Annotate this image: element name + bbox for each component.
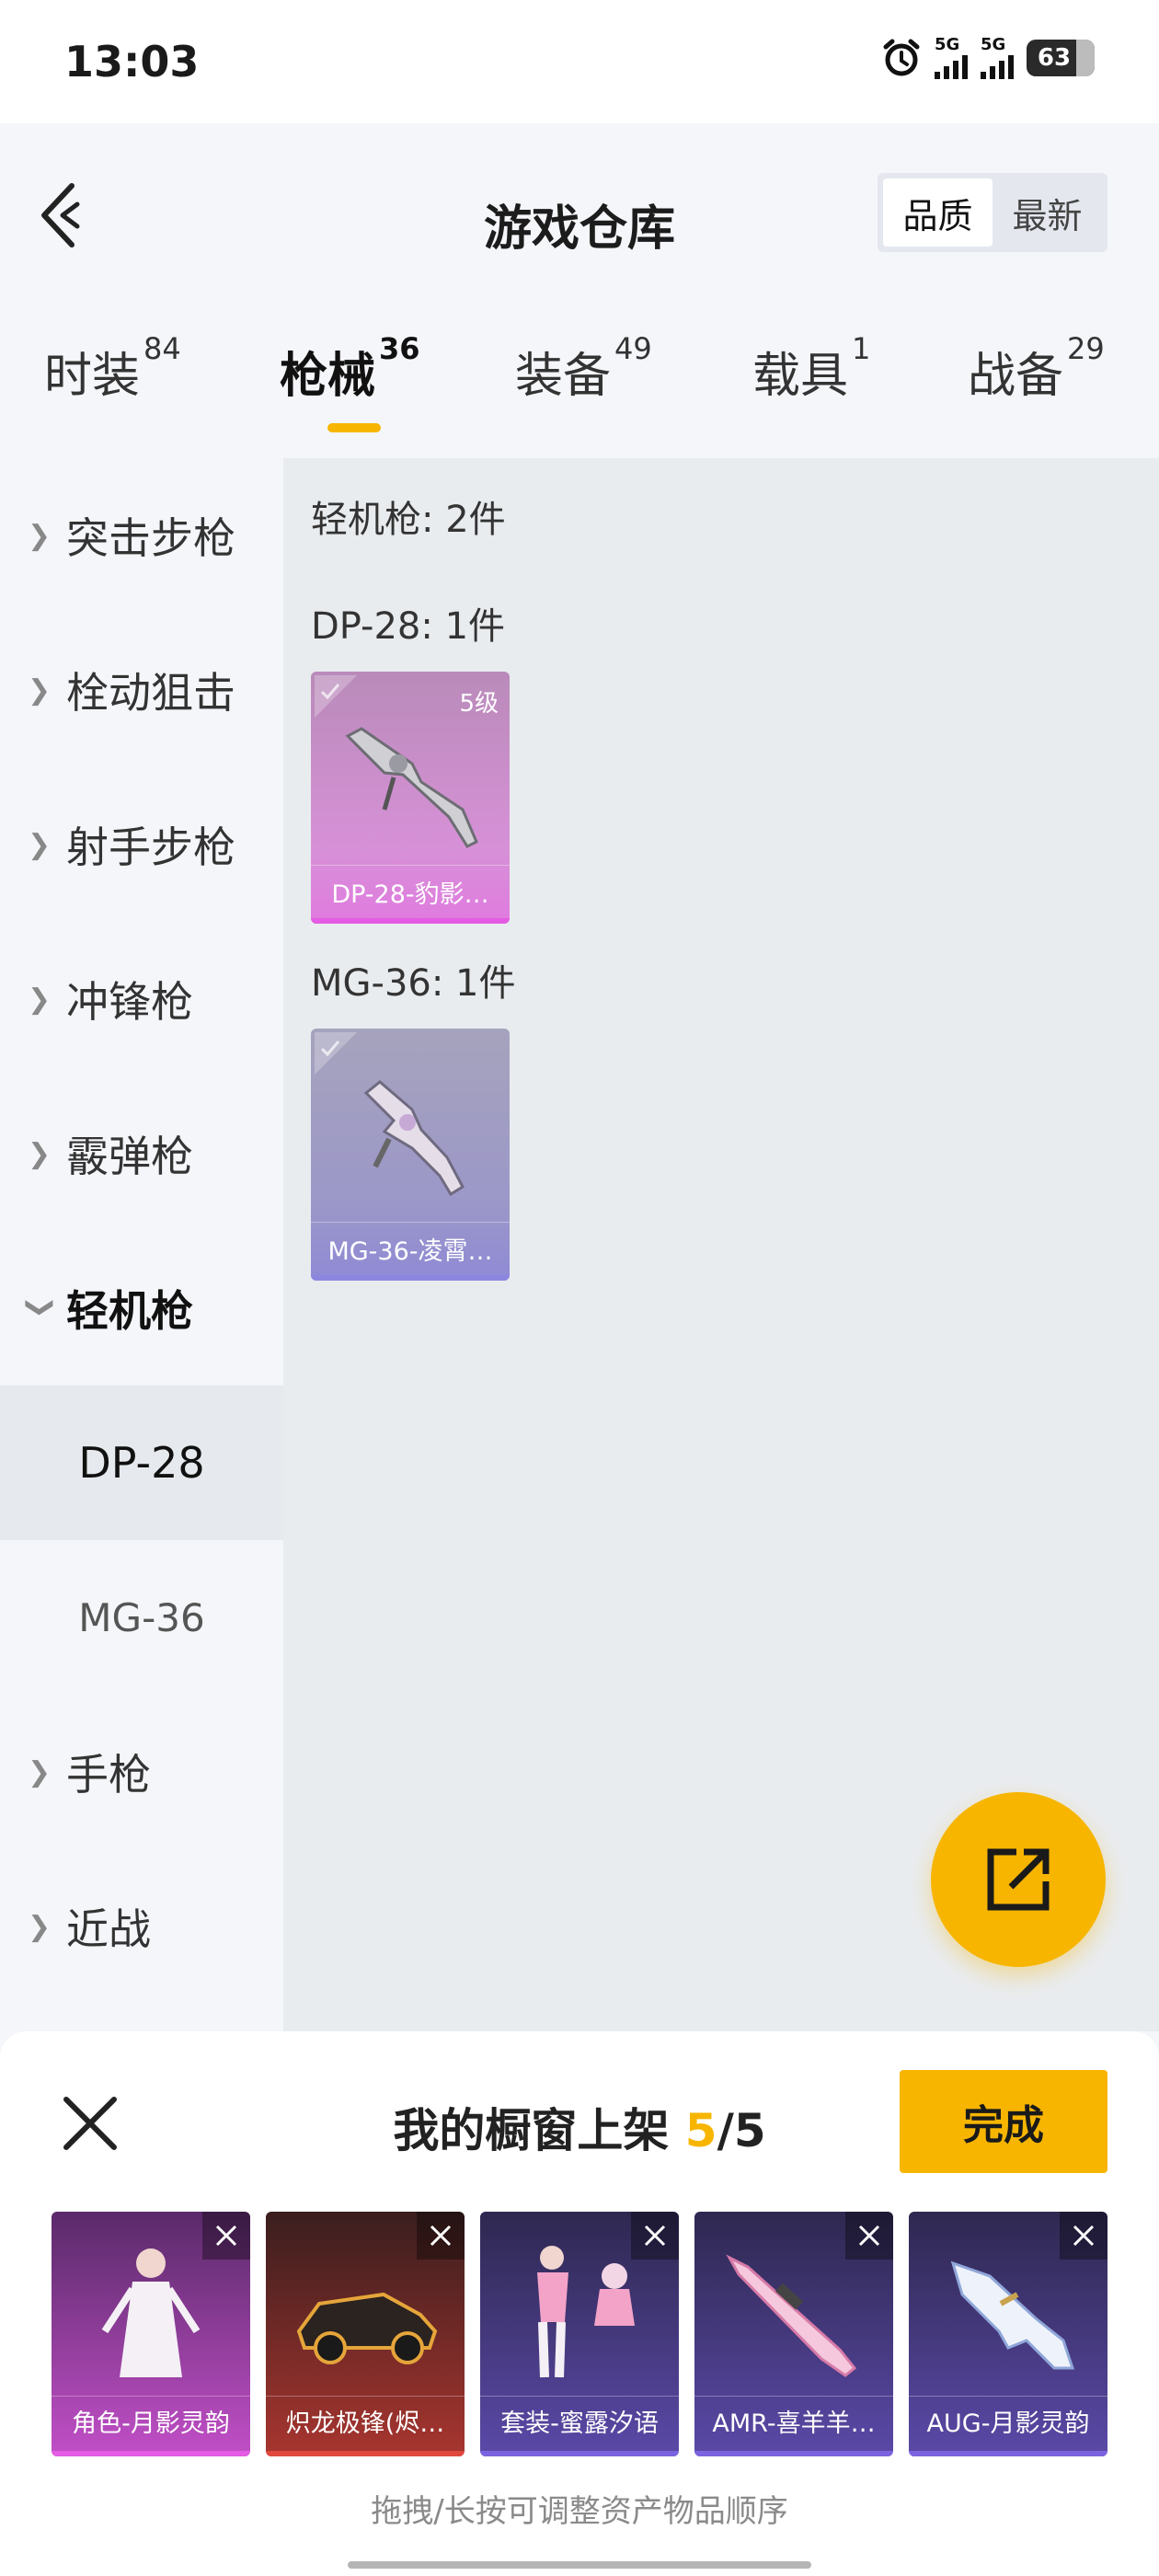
slot-item-name: 角色-月影灵韵: [52, 2396, 250, 2451]
showcase-slot-4[interactable]: AMR-喜羊羊…: [694, 2212, 893, 2456]
sort-toggle: 品质 最新: [878, 173, 1107, 252]
item-card-mg36[interactable]: MG-36-凌霄…: [311, 1029, 510, 1281]
tab-equipment[interactable]: 装备 49: [515, 331, 652, 406]
signal-sim2-icon: 5G: [981, 37, 1014, 79]
rarity-bar: [52, 2451, 250, 2456]
chevron-right-icon: ❯: [28, 519, 52, 552]
slot-item-name: AMR-喜羊羊…: [694, 2396, 893, 2451]
close-icon: [1073, 2225, 1095, 2247]
showcase-slot-3[interactable]: 套装-蜜露汐语: [480, 2212, 679, 2456]
showcase-slots: 角色-月影灵韵 炽龙极锋(烬… 套装-蜜露汐语 AMR-喜羊羊… AUG-月影灵…: [52, 2212, 1107, 2460]
active-tab-indicator: [327, 423, 381, 432]
tab-outfits[interactable]: 时装 84: [44, 331, 181, 406]
lmg-weapon-icon: [363, 1080, 465, 1197]
chevron-right-icon: ❯: [28, 983, 52, 1016]
sidebar-item-melee[interactable]: ❯ 近战: [0, 1849, 283, 2004]
battery-icon: 63: [1027, 40, 1095, 76]
remove-item-button[interactable]: [845, 2212, 893, 2260]
share-export-icon: [987, 1848, 1050, 1911]
close-icon: [215, 2225, 237, 2247]
showcase-slot-1[interactable]: 角色-月影灵韵: [52, 2212, 250, 2456]
sidebar-subitem-dp28[interactable]: DP-28: [0, 1386, 283, 1540]
group-heading-dp28: DP-28: 1件: [311, 605, 506, 648]
sidebar-item-marksman-rifle[interactable]: ❯ 射手步枪: [0, 767, 283, 922]
remove-item-button[interactable]: [1060, 2212, 1107, 2260]
sidebar-item-bolt-sniper[interactable]: ❯ 栓动狙击: [0, 613, 283, 767]
sidebar-item-pistol[interactable]: ❯ 手枪: [0, 1695, 283, 1849]
remove-item-button[interactable]: [631, 2212, 679, 2260]
showcase-slot-5[interactable]: AUG-月影灵韵: [909, 2212, 1107, 2456]
sidebar-subitem-mg36[interactable]: MG-36: [0, 1540, 283, 1695]
slot-item-name: AUG-月影灵韵: [909, 2396, 1107, 2451]
signal-sim1-icon: 5G: [935, 37, 968, 79]
tab-vehicles[interactable]: 载具 1: [752, 331, 870, 406]
chevron-down-icon: ❯: [24, 1295, 57, 1319]
remove-item-button[interactable]: [202, 2212, 250, 2260]
sidebar-item-lmg[interactable]: ❯ 轻机枪: [0, 1231, 283, 1386]
close-icon: [430, 2225, 452, 2247]
status-icons: 5G 5G 63: [881, 37, 1095, 79]
status-time: 13:03: [64, 37, 200, 86]
home-indicator[interactable]: [348, 2561, 811, 2569]
item-name: MG-36-凌霄…: [311, 1222, 510, 1281]
reorder-hint: 拖拽/长按可调整资产物品顺序: [371, 2493, 788, 2530]
weapon-category-sidebar: ❯ 突击步枪 ❯ 栓动狙击 ❯ 射手步枪 ❯ 冲锋枪 ❯ 霰弹枪 ❯ 轻机枪 DP-28 M…: [0, 458, 283, 2031]
chevron-right-icon: ❯: [28, 673, 52, 707]
chevron-right-icon: ❯: [28, 1137, 52, 1170]
sort-option-latest[interactable]: 最新: [993, 178, 1102, 247]
rarity-bar: [909, 2451, 1107, 2456]
showcase-slot-2[interactable]: 炽龙极锋(烬…: [266, 2212, 465, 2456]
remove-item-button[interactable]: [417, 2212, 465, 2260]
item-name: DP-28-豹影…: [311, 865, 510, 924]
alarm-icon: [883, 39, 920, 76]
chevron-right-icon: ❯: [28, 1755, 52, 1788]
rarity-bar: [311, 918, 510, 924]
header: 游戏仓库 品质 最新 时装 84 枪械 36 装备 49 载具 1 战备 29: [0, 123, 1159, 432]
slot-item-name: 炽龙极锋(烬…: [266, 2396, 465, 2451]
tab-weapons[interactable]: 枪械 36: [280, 331, 420, 406]
chevron-right-icon: ❯: [28, 828, 52, 861]
sort-option-quality[interactable]: 品质: [883, 178, 993, 247]
lmg-weapon-icon: [345, 727, 478, 848]
showcase-count-current: 5: [684, 2104, 717, 2157]
done-button[interactable]: 完成: [900, 2070, 1107, 2173]
rarity-bar: [311, 1275, 510, 1281]
share-button[interactable]: [931, 1792, 1106, 1967]
sidebar-item-shotgun[interactable]: ❯ 霰弹枪: [0, 1076, 283, 1231]
close-icon: [858, 2225, 880, 2247]
showcase-sheet: 我的橱窗上架 5/5 完成 角色-月影灵韵 炽龙极锋(烬… 套装-蜜露汐语 AM…: [0, 2031, 1159, 2576]
status-bar: 13:03 5G 5G 63: [0, 0, 1159, 123]
close-icon: [644, 2225, 666, 2247]
slot-item-name: 套装-蜜露汐语: [480, 2396, 679, 2451]
sidebar-item-assault-rifle[interactable]: ❯ 突击步枪: [0, 458, 283, 613]
category-tabs: 时装 84 枪械 36 装备 49 载具 1 战备 29: [0, 331, 1159, 427]
category-summary: 轻机枪: 2件: [311, 499, 506, 541]
showcase-count-max: 5: [733, 2104, 766, 2157]
item-card-dp28[interactable]: 5级 DP-28-豹影…: [311, 672, 510, 924]
rarity-bar: [694, 2451, 893, 2456]
sidebar-item-smg[interactable]: ❯ 冲锋枪: [0, 922, 283, 1076]
rarity-bar: [480, 2451, 679, 2456]
tab-supplies[interactable]: 战备 29: [968, 331, 1105, 406]
chevron-right-icon: ❯: [28, 1910, 52, 1943]
rarity-bar: [266, 2451, 465, 2456]
group-heading-mg36: MG-36: 1件: [311, 962, 516, 1005]
